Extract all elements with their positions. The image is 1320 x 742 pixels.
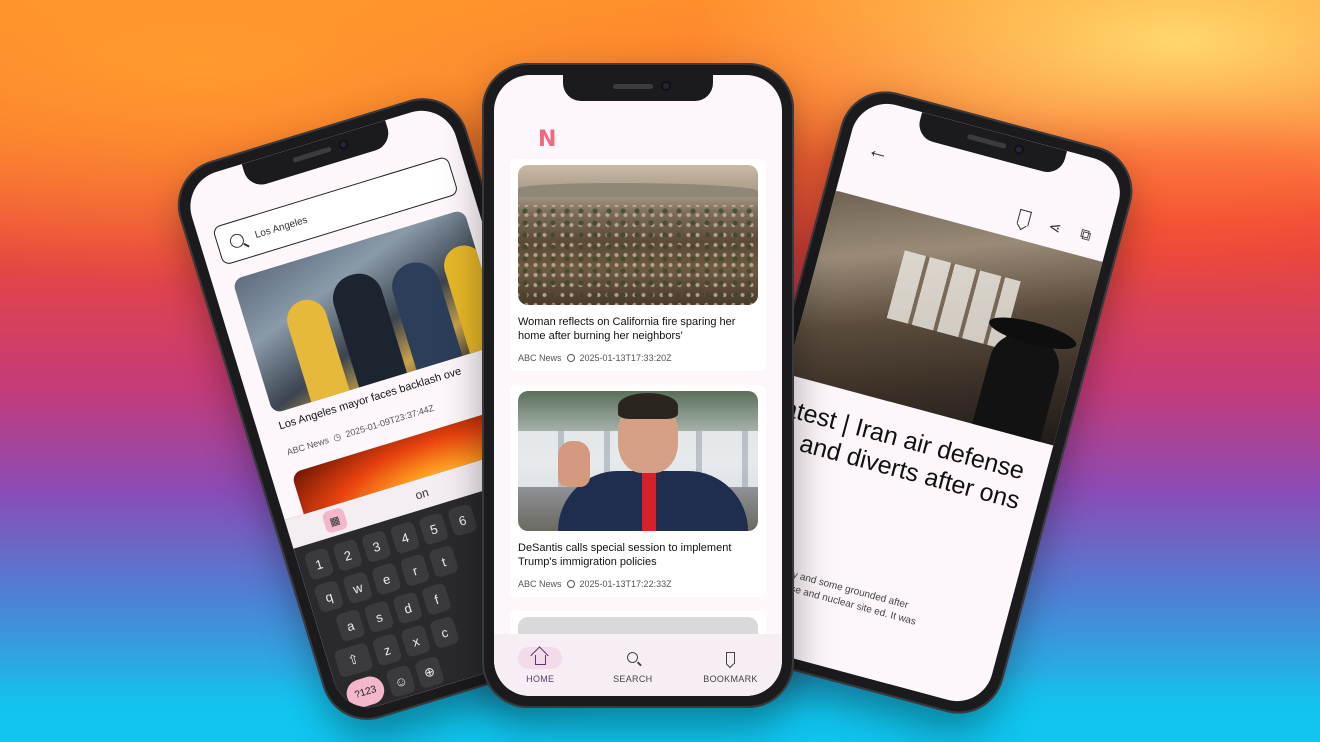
- apps-grid-icon[interactable]: ▦: [320, 506, 349, 535]
- article-meta: ABC News 2025-01-13T17:33:20Z: [518, 353, 758, 363]
- nav-home-label: HOME: [526, 673, 555, 684]
- key[interactable]: w: [342, 570, 374, 605]
- article-image: [518, 391, 758, 531]
- key[interactable]: x: [400, 624, 432, 658]
- key[interactable]: e: [370, 562, 402, 596]
- article-meta: ABC News 2025-01-13T17:22:33Z: [518, 579, 758, 589]
- globe-icon[interactable]: ⊕: [413, 655, 446, 690]
- nav-home[interactable]: HOME: [518, 646, 563, 684]
- symbols-key[interactable]: ?123: [343, 673, 388, 711]
- article-title: DeSantis calls special session to implem…: [518, 542, 732, 568]
- bookmark-icon: [725, 651, 735, 664]
- news-card[interactable]: Woman reflects on California fire sparin…: [510, 159, 766, 371]
- phone-home-screen: N Woman reflects on California fire spar…: [482, 63, 794, 708]
- key[interactable]: 2: [332, 538, 364, 573]
- key[interactable]: s: [363, 599, 395, 634]
- key[interactable]: a: [334, 608, 366, 643]
- suggestion-1[interactable]: on: [414, 485, 431, 502]
- article-source: ABC News: [518, 579, 562, 589]
- article-toolbar: ⋖ ⧉: [1016, 208, 1093, 246]
- article-source: ABC News: [285, 434, 331, 458]
- key[interactable]: r: [399, 553, 431, 588]
- clock-icon: [566, 580, 575, 588]
- key[interactable]: 5: [418, 512, 450, 546]
- article-date: 2025-01-13T17:22:33Z: [579, 579, 672, 589]
- search-icon: [228, 232, 246, 250]
- phone-notch: [915, 112, 1068, 177]
- bookmark-icon[interactable]: [1016, 208, 1032, 227]
- shift-key-icon[interactable]: ⇧: [333, 641, 374, 679]
- nav-search-label: SEARCH: [613, 673, 653, 684]
- key[interactable]: z: [371, 632, 403, 667]
- key[interactable]: d: [392, 591, 424, 625]
- key[interactable]: q: [313, 579, 345, 614]
- back-arrow-icon[interactable]: ←: [865, 136, 893, 167]
- app-logo: N: [538, 127, 557, 152]
- article-source: ABC News: [518, 353, 562, 363]
- clock-icon: ◷: [329, 430, 345, 444]
- key[interactable]: c: [428, 615, 461, 650]
- key[interactable]: 4: [389, 520, 421, 555]
- key[interactable]: 6: [446, 503, 479, 538]
- key[interactable]: 3: [360, 529, 392, 564]
- emoji-icon[interactable]: ☺: [385, 664, 417, 699]
- key[interactable]: t: [428, 544, 460, 579]
- home-screen: N Woman reflects on California fire spar…: [494, 75, 782, 696]
- article-date: 2025-01-13T17:33:20Z: [579, 353, 672, 363]
- article-image: [518, 165, 758, 305]
- nav-bookmark[interactable]: BOOKMARK: [703, 647, 757, 684]
- article-title: Woman reflects on California fire sparin…: [518, 316, 736, 342]
- search-input-value: Los Angeles: [253, 214, 309, 241]
- key[interactable]: f: [420, 582, 452, 617]
- key[interactable]: 1: [303, 547, 335, 581]
- phone-notch: [563, 75, 713, 101]
- open-external-icon[interactable]: ⧉: [1078, 226, 1093, 246]
- clock-icon: [566, 354, 575, 362]
- nav-bookmark-label: BOOKMARK: [703, 673, 758, 684]
- bottom-nav: HOME SEARCH BOOKMARK: [494, 634, 782, 696]
- share-icon[interactable]: ⋖: [1046, 217, 1063, 238]
- news-card[interactable]: DeSantis calls special session to implem…: [510, 385, 766, 597]
- home-icon: [534, 654, 546, 665]
- nav-search[interactable]: SEARCH: [611, 647, 655, 684]
- search-icon: [627, 652, 639, 663]
- news-feed: Woman reflects on California fire sparin…: [510, 159, 766, 655]
